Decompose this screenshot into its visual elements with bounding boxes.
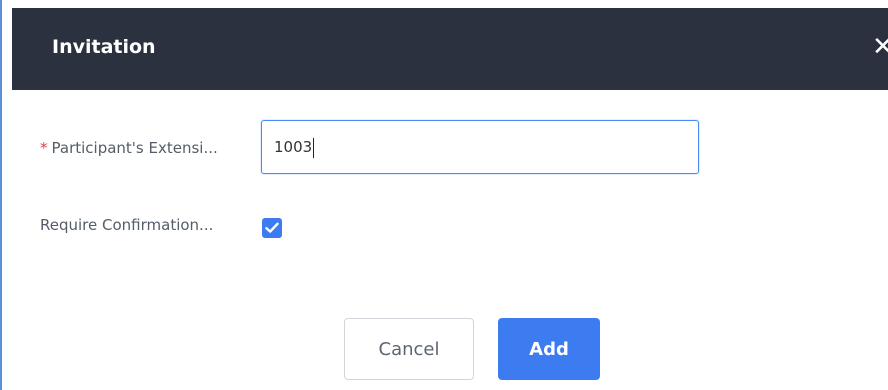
dialog-header: Invitation ✕	[12, 8, 888, 90]
extension-label-text: Participant's Extensi...	[51, 139, 218, 157]
dialog-title: Invitation	[52, 36, 156, 58]
text-caret	[313, 137, 315, 158]
extension-field-label: * Participant's Extensi...	[40, 139, 218, 157]
required-indicator: *	[40, 139, 48, 157]
close-icon[interactable]: ✕	[872, 32, 888, 62]
check-icon	[265, 222, 279, 233]
cancel-button[interactable]: Cancel	[344, 318, 474, 380]
require-confirmation-checkbox[interactable]	[262, 218, 282, 238]
add-button[interactable]: Add	[498, 318, 600, 380]
extension-input[interactable]: 1003	[261, 120, 699, 174]
confirmation-field-label: Require Confirmation...	[40, 216, 214, 234]
extension-input-value: 1003	[274, 138, 313, 156]
invitation-dialog: Invitation ✕ * Participant's Extensi... 1…	[0, 0, 888, 390]
